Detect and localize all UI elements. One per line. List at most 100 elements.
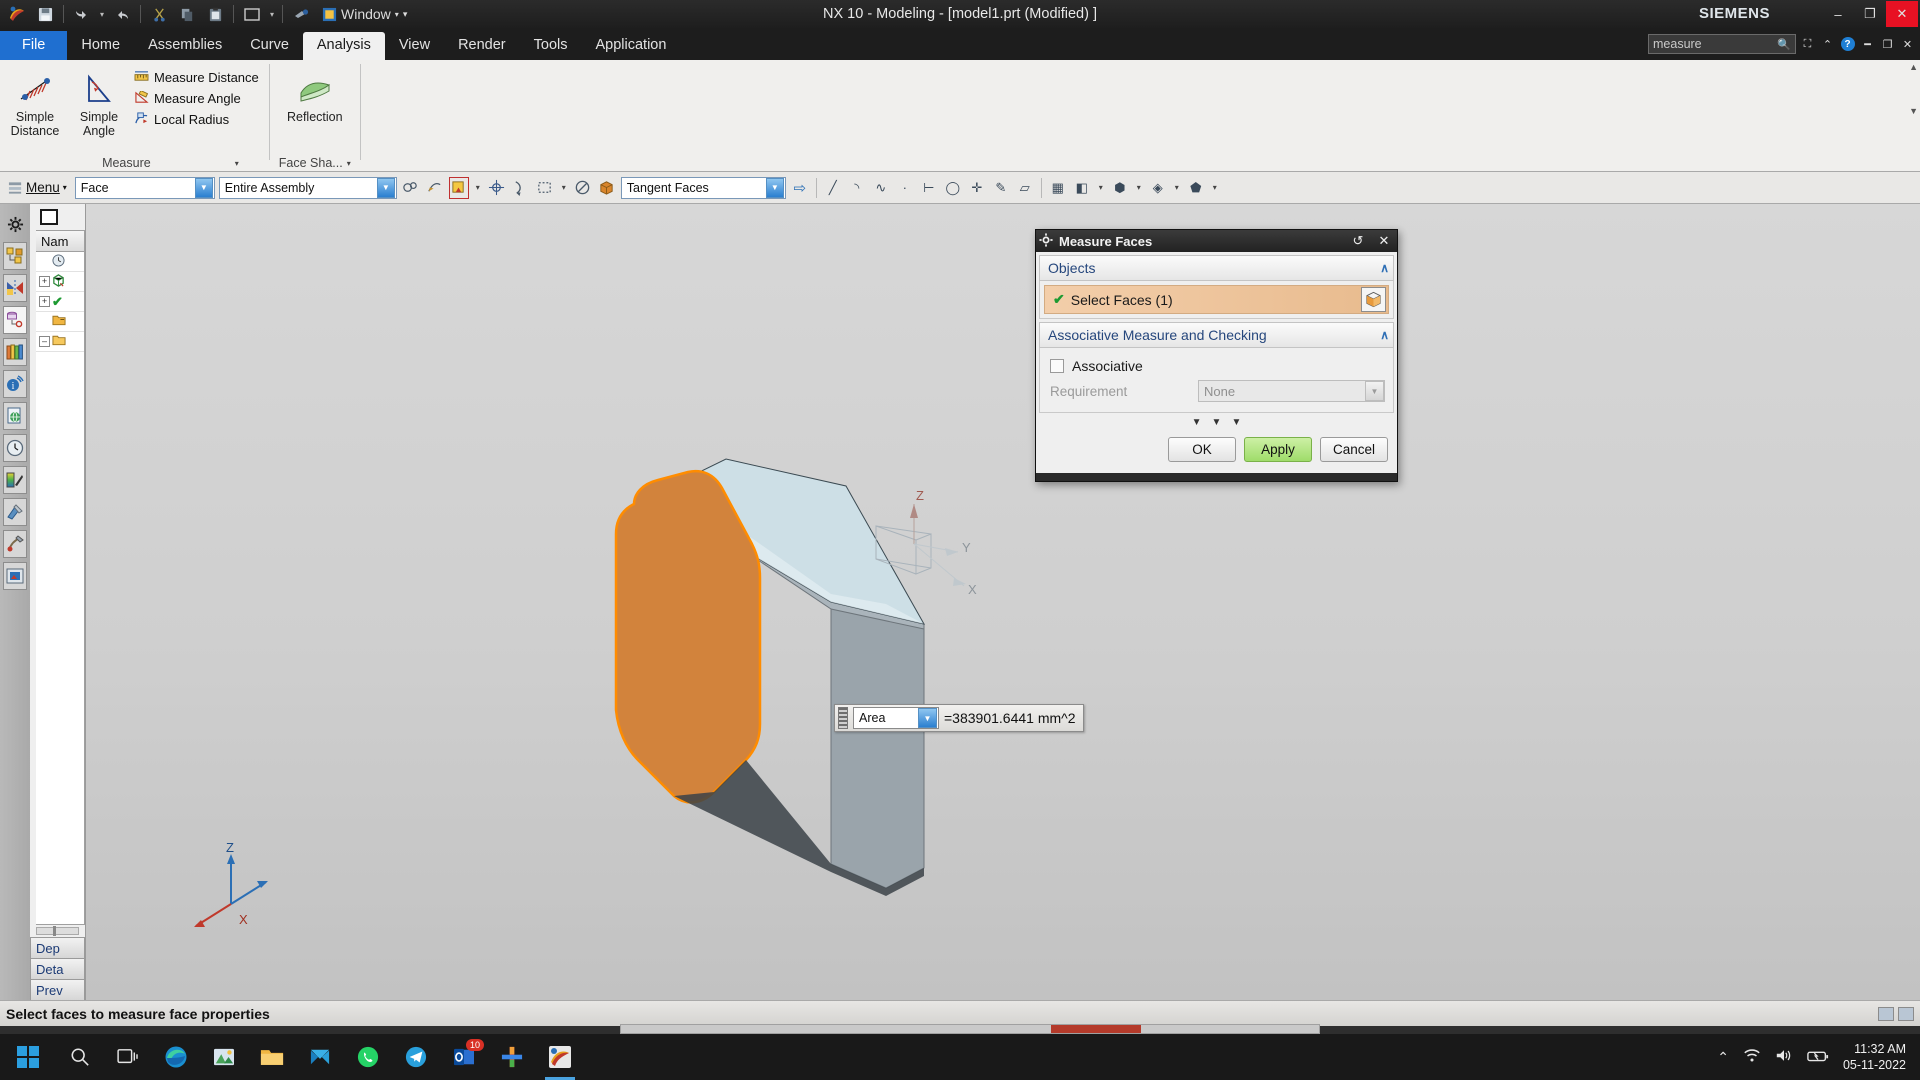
- settings-gear-icon[interactable]: [3, 210, 27, 238]
- associative-checkbox-row[interactable]: Associative: [1044, 352, 1389, 378]
- local-radius-button[interactable]: Local Radius: [132, 109, 265, 130]
- face-rule-dropdown-icon[interactable]: ▾: [473, 183, 483, 192]
- full-screen-icon[interactable]: ⛶: [1799, 34, 1816, 54]
- windows-start-icon[interactable]: [0, 1045, 56, 1069]
- scroll-up-icon[interactable]: ▲: [1909, 62, 1918, 72]
- navigator-pin-icon[interactable]: [40, 209, 58, 225]
- photos-icon[interactable]: [200, 1034, 248, 1080]
- tab-tools[interactable]: Tools: [520, 32, 582, 60]
- next-arrow-icon[interactable]: ⇨: [790, 177, 810, 199]
- cut-icon[interactable]: [146, 2, 172, 26]
- sketch-tool-icon[interactable]: ✎: [991, 177, 1011, 199]
- tab-preview[interactable]: Prev: [30, 979, 85, 1000]
- tab-application[interactable]: Application: [581, 32, 680, 60]
- doc-restore-button[interactable]: ❐: [1879, 34, 1896, 54]
- redo-icon[interactable]: [109, 2, 135, 26]
- face-rule-icon[interactable]: [448, 176, 469, 199]
- rectangle-select-icon[interactable]: [535, 177, 555, 199]
- cad-model[interactable]: Z Y X Z X: [86, 204, 1920, 1000]
- tab-curve[interactable]: Curve: [236, 32, 303, 60]
- requirement-combo[interactable]: None ▼: [1198, 380, 1385, 402]
- measurement-callout[interactable]: Area ▼ =383901.6441 mm^2: [834, 704, 1084, 732]
- point-tool-icon[interactable]: ·: [895, 177, 915, 199]
- ribbon-group-face-shape-label[interactable]: Face Sha... ▾: [270, 154, 360, 172]
- system-materials-icon[interactable]: [3, 498, 27, 526]
- chevron-up-icon[interactable]: ∧: [1380, 328, 1389, 342]
- expander-icon[interactable]: +: [39, 276, 50, 287]
- chevron-down-icon[interactable]: ▾: [347, 159, 351, 168]
- save-icon[interactable]: [32, 2, 58, 26]
- shaded-view-dropdown-icon[interactable]: ▾: [1096, 183, 1106, 192]
- tab-home[interactable]: Home: [67, 32, 134, 60]
- list-item[interactable]: +: [36, 272, 84, 292]
- window-layout-icon[interactable]: [239, 2, 265, 26]
- surface-tool-icon[interactable]: ▱: [1015, 177, 1035, 199]
- close-dialog-button[interactable]: ✕: [1374, 232, 1394, 250]
- render-style-icon[interactable]: ▦: [1048, 177, 1068, 199]
- work-view-dropdown-icon[interactable]: ▾: [1210, 183, 1220, 192]
- cancel-button[interactable]: Cancel: [1320, 437, 1388, 462]
- tab-dependencies[interactable]: Dep: [30, 937, 85, 958]
- measure-faces-dialog[interactable]: Measure Faces ↺ ✕ Objects ∧ ✔ Select Fac…: [1035, 229, 1398, 482]
- no-select-icon[interactable]: [573, 177, 593, 199]
- line-tool-icon[interactable]: ╱: [823, 177, 843, 199]
- office-icon[interactable]: [488, 1034, 536, 1080]
- minimize-ribbon-icon[interactable]: ⌃: [1819, 34, 1836, 54]
- status-indicator-icon[interactable]: [1878, 1006, 1894, 1021]
- orient-view-icon[interactable]: ⬢: [1110, 177, 1130, 199]
- menu-button[interactable]: Menu ▾: [4, 180, 71, 195]
- search-input[interactable]: measure: [1653, 37, 1777, 51]
- roles-icon[interactable]: [3, 562, 27, 590]
- curve-select-icon[interactable]: [511, 177, 531, 199]
- select-faces-row[interactable]: ✔ Select Faces (1): [1044, 285, 1389, 314]
- select-face-cube-icon[interactable]: [1361, 287, 1386, 312]
- overflow-icon[interactable]: ▾: [403, 9, 408, 20]
- chevron-up-icon[interactable]: ∧: [1380, 261, 1389, 275]
- tab-file[interactable]: File: [0, 31, 68, 60]
- expander-icon[interactable]: –: [39, 336, 50, 347]
- tab-details[interactable]: Deta: [30, 958, 85, 979]
- section-header-objects[interactable]: Objects ∧: [1039, 255, 1394, 281]
- selection-type-filter[interactable]: Face ▼: [74, 176, 215, 199]
- datum-tool-icon[interactable]: ⊢: [919, 177, 939, 199]
- selection-scope-filter[interactable]: Entire Assembly ▼: [218, 176, 397, 199]
- arc-tool-icon[interactable]: ◝: [847, 177, 867, 199]
- restore-button[interactable]: ❐: [1854, 1, 1886, 27]
- history-icon[interactable]: [3, 434, 27, 462]
- tangent-faces-filter[interactable]: Tangent Faces ▼: [620, 176, 786, 199]
- measure-distance-button[interactable]: Measure Distance: [132, 67, 265, 88]
- dialog-resize-grip[interactable]: [1036, 473, 1397, 481]
- list-item[interactable]: [36, 252, 84, 272]
- window-menu-button[interactable]: Window ▾ ▾: [322, 6, 407, 22]
- undo-icon[interactable]: [69, 2, 95, 26]
- chevron-down-icon[interactable]: ▼: [765, 177, 784, 198]
- tab-assemblies[interactable]: Assemblies: [134, 32, 236, 60]
- copy-icon[interactable]: [174, 2, 200, 26]
- paste-icon[interactable]: [202, 2, 228, 26]
- snap-point-icon[interactable]: [401, 177, 421, 199]
- system-scene-icon[interactable]: [3, 466, 27, 494]
- constraint-navigator-icon[interactable]: [3, 274, 27, 302]
- whatsapp-icon[interactable]: [344, 1034, 392, 1080]
- system-visual-icon[interactable]: [3, 530, 27, 558]
- chevron-down-icon[interactable]: ▼: [376, 177, 395, 198]
- search-icon[interactable]: [56, 1034, 104, 1080]
- orient-view-dropdown-icon[interactable]: ▾: [1134, 183, 1144, 192]
- snap-center-icon[interactable]: [487, 177, 507, 199]
- list-item[interactable]: + ✔: [36, 292, 84, 312]
- spline-tool-icon[interactable]: ∿: [871, 177, 891, 199]
- simple-angle-button[interactable]: Simple Angle: [68, 64, 130, 138]
- window-layout-dropdown-icon[interactable]: ▾: [267, 10, 277, 19]
- layer-dropdown-icon[interactable]: ▾: [1172, 183, 1182, 192]
- web-browser-icon[interactable]: [3, 402, 27, 430]
- dialog-options-icon[interactable]: [1039, 232, 1053, 250]
- circle-tool-icon[interactable]: ◯: [943, 177, 963, 199]
- telegram-icon[interactable]: [392, 1034, 440, 1080]
- measure-type-combo[interactable]: Area ▼: [853, 707, 939, 729]
- callout-drag-handle[interactable]: [838, 707, 848, 729]
- plus-tool-icon[interactable]: ✛: [967, 177, 987, 199]
- work-view-icon[interactable]: ⬟: [1186, 177, 1206, 199]
- tab-view[interactable]: View: [385, 32, 444, 60]
- taskbar-clock[interactable]: 11:32 AM 05-11-2022: [1843, 1041, 1906, 1073]
- reset-button[interactable]: ↺: [1348, 232, 1368, 250]
